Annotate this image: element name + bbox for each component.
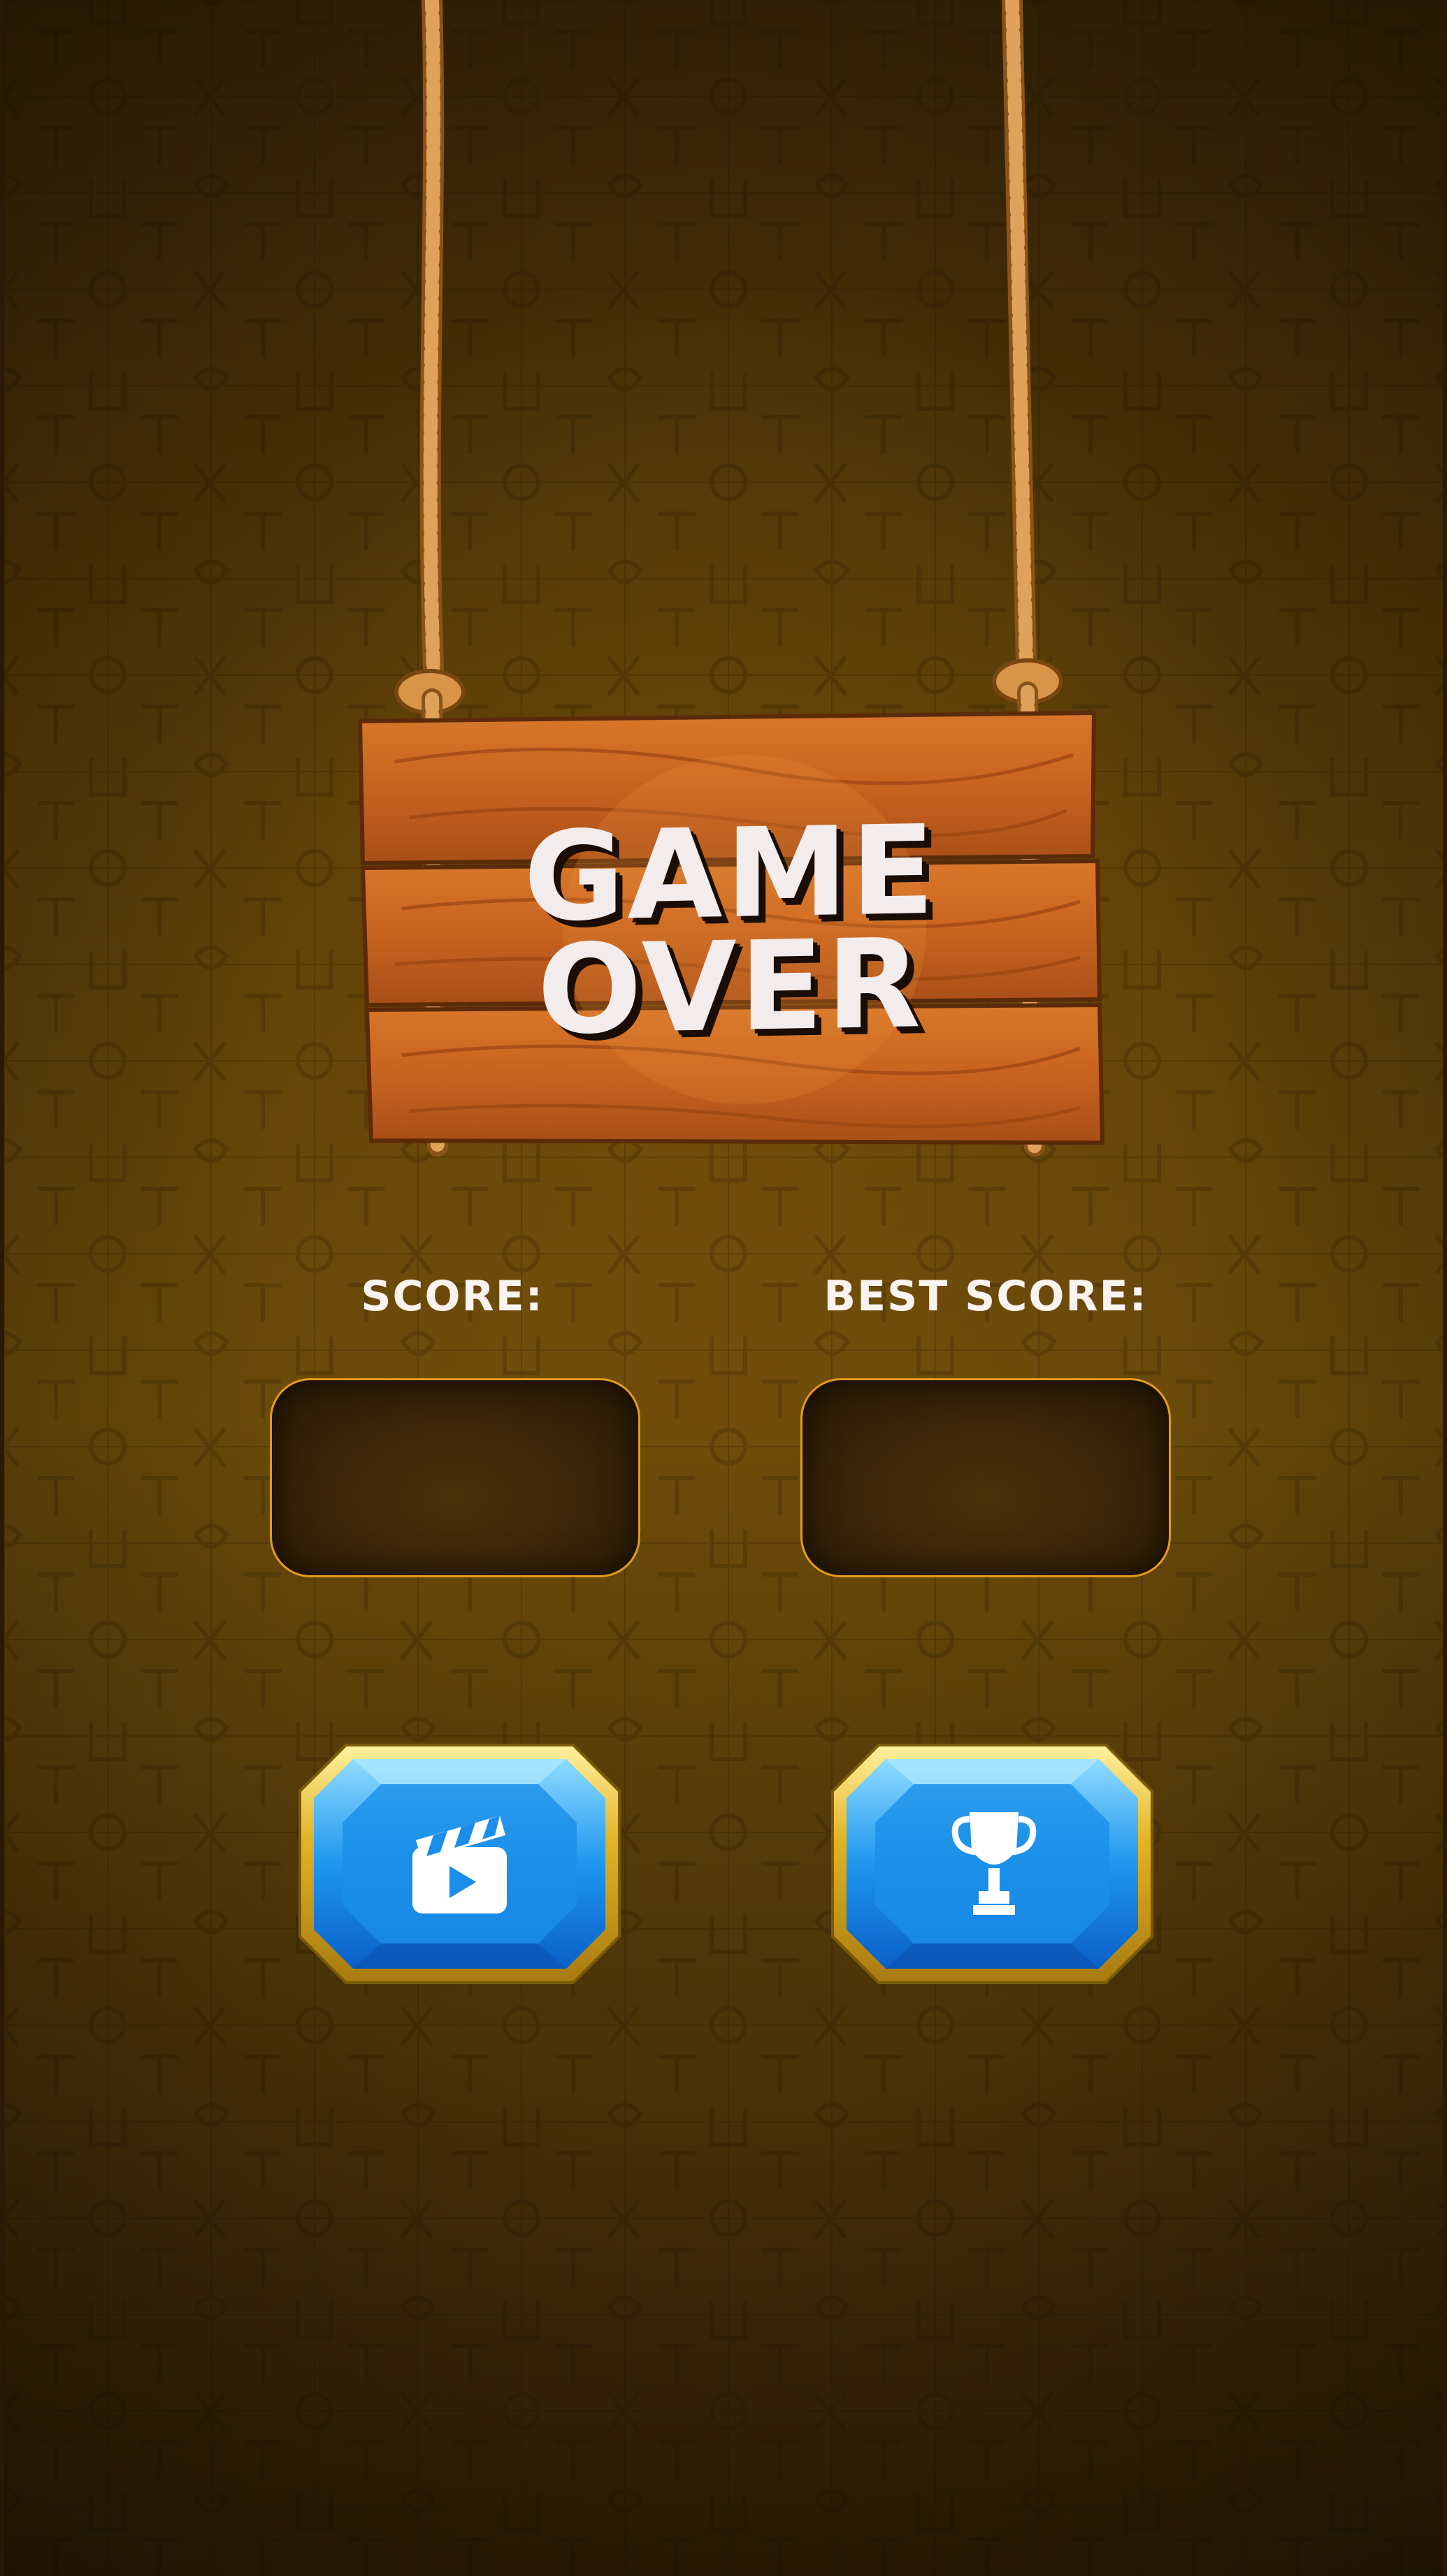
- leaderboard-button[interactable]: [830, 1742, 1155, 1985]
- score-label: SCORE:: [361, 1272, 544, 1321]
- background: [4, 0, 1443, 2576]
- score-value-box: [270, 1378, 640, 1577]
- game-over-title: GAME OVER: [363, 799, 1097, 1062]
- best-score-label: BEST SCORE:: [823, 1272, 1148, 1321]
- watch-video-button[interactable]: [297, 1742, 622, 1985]
- glyph-pattern: [4, 0, 1443, 2576]
- title-line-2: OVER: [537, 912, 924, 1062]
- best-score-value-box: [800, 1378, 1171, 1577]
